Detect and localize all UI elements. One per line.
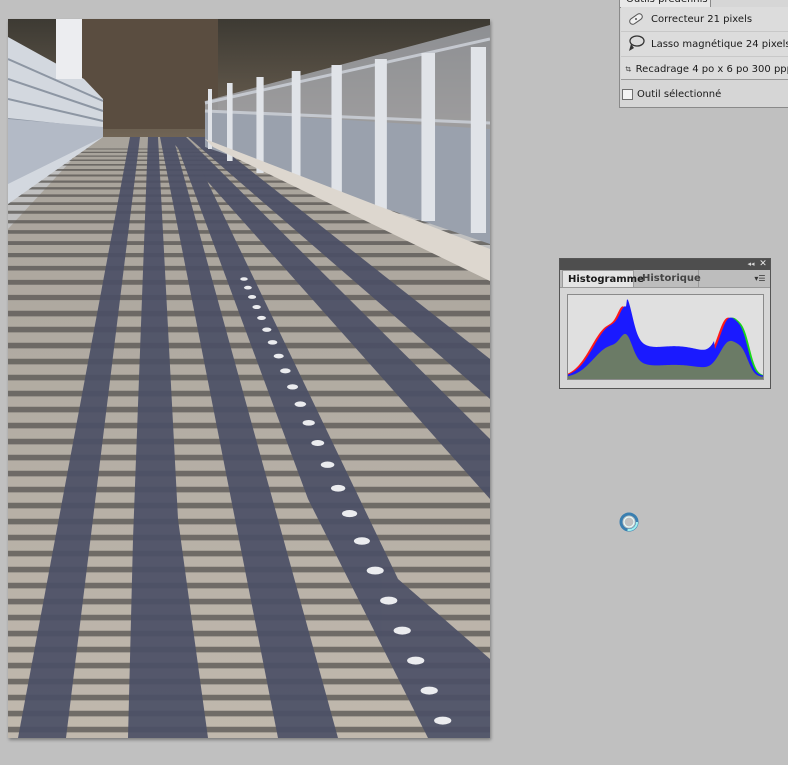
deck-bolt <box>267 340 278 345</box>
railing-post <box>256 77 264 173</box>
railing-post <box>470 47 487 233</box>
tool-presets-panel: Outils prédéfinis Correcteur 21 pixels L… <box>619 0 788 108</box>
preset-label: Recadrage 4 po x 6 po 300 ppp <box>635 63 788 75</box>
current-tool-only[interactable]: Outil sélectionné <box>620 86 721 102</box>
deck-bolt <box>366 566 384 575</box>
panel-menu-icon[interactable]: ▾☰ <box>753 273 767 284</box>
deck-bolt <box>273 353 284 359</box>
preset-label: Lasso magnétique 24 pixels <box>651 38 788 50</box>
deck-bolt <box>311 439 325 446</box>
panel-titlebar[interactable]: ◂◂ ✕ <box>560 259 770 270</box>
deck-bolt <box>330 484 346 492</box>
deck-bolt <box>341 510 358 518</box>
crop-icon <box>625 66 632 72</box>
current-tool-checkbox[interactable] <box>622 88 633 100</box>
presets-list: Correcteur 21 pixels Lasso magnétique 24… <box>621 7 788 80</box>
railing-post <box>208 89 212 149</box>
deck-bolt <box>257 315 266 321</box>
deck-bolt <box>320 461 335 468</box>
deck-bolt <box>262 327 272 332</box>
deck-bolt <box>252 305 261 310</box>
deck-bolt <box>353 537 370 545</box>
preset-item-crop[interactable]: Recadrage 4 po x 6 po 300 ppp <box>621 57 788 79</box>
railing-post <box>331 65 342 197</box>
collapse-icon[interactable]: ◂◂ <box>746 259 756 270</box>
deck-bolt <box>243 285 252 290</box>
close-icon[interactable]: ✕ <box>758 259 768 270</box>
railing-post <box>421 53 436 221</box>
histogram-panel: ◂◂ ✕ Histogramme Historique ▾☰ <box>559 258 771 389</box>
magnetic-lasso-icon <box>629 35 645 51</box>
deck-bolt <box>434 716 452 725</box>
histogram-plot <box>567 294 764 380</box>
busy-cursor-icon <box>619 512 639 532</box>
deck-bolt <box>302 419 315 426</box>
railing-post <box>374 59 387 209</box>
tab-history[interactable]: Historique <box>637 270 701 287</box>
deck-bolt <box>240 277 248 281</box>
deck-bolt <box>248 295 257 299</box>
panel-tabs: Histogramme Historique ▾☰ <box>560 270 770 288</box>
document-canvas[interactable] <box>8 19 490 738</box>
bridge-photo <box>8 19 490 738</box>
histogram-graph <box>568 299 763 379</box>
deck-bolt <box>407 656 425 665</box>
deck-bolt <box>287 384 299 390</box>
preset-item-healing-brush[interactable]: Correcteur 21 pixels <box>621 7 788 32</box>
railing-post <box>291 71 301 185</box>
preset-label: Correcteur 21 pixels <box>651 13 753 25</box>
deck-bolt <box>420 686 438 695</box>
deck-bolt <box>380 596 398 605</box>
tab-histogram[interactable]: Histogramme <box>562 270 644 287</box>
healing-brush-icon <box>629 13 643 25</box>
preset-item-magnetic-lasso[interactable]: Lasso magnétique 24 pixels <box>621 32 788 57</box>
deck-bolt <box>393 626 411 635</box>
deck-bolt <box>294 401 307 407</box>
deck-bolt <box>280 368 291 374</box>
current-tool-label: Outil sélectionné <box>637 88 722 100</box>
